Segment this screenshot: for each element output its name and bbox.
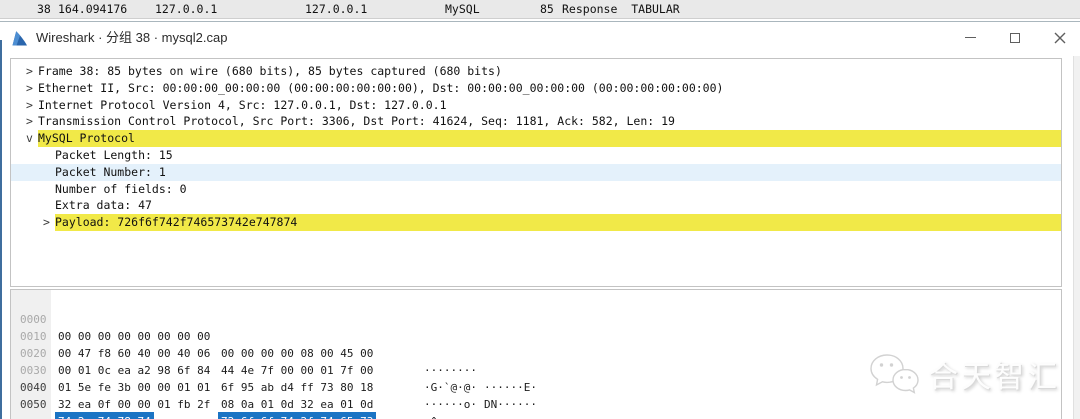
packet-source[interactable]: 127.0.0.1 [155, 0, 217, 18]
maximize-button[interactable] [995, 22, 1035, 53]
expander-icon[interactable]: > [21, 97, 38, 114]
ascii-bytes[interactable]: o····s·· [484, 413, 537, 419]
tree-row-packet-length[interactable]: Packet Length: 15 [11, 147, 1061, 164]
hex-offset: 0050 [20, 398, 47, 411]
maximize-icon [1010, 32, 1020, 43]
packet-no[interactable]: 38 [37, 0, 51, 18]
tree-row-label[interactable]: Internet Protocol Version 4, Src: 127.0.… [38, 97, 1061, 114]
tree-row-frame[interactable]: > Frame 38: 85 bytes on wire (680 bits),… [11, 63, 1061, 80]
tree-row-extra-data[interactable]: Extra data: 47 [11, 197, 1061, 214]
packet-length[interactable]: 85 [540, 0, 554, 18]
packet-time[interactable]: 164.094176 [58, 0, 127, 18]
expander-icon[interactable]: v [21, 130, 38, 147]
hex-bytes-selected[interactable]: 74 2e 74 78 74 [55, 412, 154, 419]
tree-row-label[interactable]: Number of fields: 0 [55, 181, 1061, 198]
hex-row[interactable]: 0000 00 00 00 00 00 00 00 00 00 00 00 00… [11, 294, 1061, 394]
scrollbar-track[interactable] [1073, 56, 1080, 419]
ascii-bytes[interactable]: ·^·;···· [424, 413, 477, 419]
tree-row-payload[interactable]: > Payload: 726f6f742f746573742e747874 [11, 214, 1061, 231]
packet-list-row[interactable]: 38 164.094176 127.0.0.1 127.0.0.1 MySQL … [0, 0, 1080, 19]
wireshark-packet-window: 38 164.094176 127.0.0.1 127.0.0.1 MySQL … [0, 0, 1080, 419]
window-left-edge [0, 40, 2, 419]
tree-row-label[interactable]: MySQL Protocol [38, 130, 1061, 147]
tree-row-label[interactable]: Frame 38: 85 bytes on wire (680 bits), 8… [38, 63, 1061, 80]
hex-bytes[interactable]: 32 ea 0f 00 00 01 fb 2f [58, 396, 210, 413]
tree-row-mysql-protocol[interactable]: v MySQL Protocol [11, 130, 1061, 147]
minimize-icon [964, 37, 976, 38]
packet-detail-pane: > Frame 38: 85 bytes on wire (680 bits),… [10, 58, 1062, 287]
tree-row-label[interactable]: Payload: 726f6f742f746573742e747874 [55, 214, 1061, 231]
window-titlebar: Wireshark · 分组 38 · mysql2.cap [0, 21, 1080, 53]
window-title: Wireshark · 分组 38 · mysql2.cap [36, 30, 228, 45]
expander-icon[interactable]: > [38, 214, 55, 231]
tree-row-label[interactable]: Ethernet II, Src: 00:00:00_00:00:00 (00:… [38, 80, 1061, 97]
expander-icon[interactable]: > [21, 63, 38, 80]
tree-row-label[interactable]: Packet Number: 1 [55, 164, 1061, 181]
expander-icon[interactable]: > [21, 80, 38, 97]
tree-row-label[interactable]: Packet Length: 15 [55, 147, 1061, 164]
wireshark-logo-icon [11, 30, 28, 51]
hex-bytes-selected[interactable]: 72 6f 6f 74 2f 74 65 73 [218, 412, 377, 419]
close-button[interactable] [1040, 22, 1080, 53]
hex-bytes[interactable]: 08 0a 01 0d 32 ea 01 0d [221, 396, 373, 413]
tree-row-ip[interactable]: > Internet Protocol Version 4, Src: 127.… [11, 97, 1061, 114]
packet-destination[interactable]: 127.0.0.1 [305, 0, 367, 18]
tree-row-ethernet[interactable]: > Ethernet II, Src: 00:00:00_00:00:00 (0… [11, 80, 1061, 97]
minimize-button[interactable] [950, 22, 990, 53]
tree-row-label[interactable]: Transmission Control Protocol, Src Port:… [38, 113, 1061, 130]
tree-row-tcp[interactable]: > Transmission Control Protocol, Src Por… [11, 113, 1061, 130]
tree-row-label[interactable]: Extra data: 47 [55, 197, 1061, 214]
ascii-bytes[interactable]: DN······ [484, 396, 537, 413]
tree-row-packet-number[interactable]: Packet Number: 1 [11, 163, 1061, 181]
watermark: 合天智汇 [867, 351, 1060, 397]
hex-row[interactable]: 0010 00 47 f8 60 40 00 40 06 44 4e 7f 00… [11, 311, 1061, 411]
expander-icon[interactable]: > [21, 113, 38, 130]
tree-row-number-of-fields[interactable]: Number of fields: 0 [11, 181, 1061, 198]
packet-info[interactable]: Response TABULAR [562, 0, 680, 18]
watermark-text: 合天智汇 [928, 360, 1060, 395]
close-icon [1054, 32, 1066, 43]
chat-bubbles-icon [870, 354, 919, 394]
packet-protocol[interactable]: MySQL [445, 0, 480, 18]
ascii-bytes[interactable]: ······o· [424, 396, 477, 413]
hex-row[interactable]: 0020 00 01 0c ea a2 98 6f 84 6f 95 ab d4… [11, 328, 1061, 419]
